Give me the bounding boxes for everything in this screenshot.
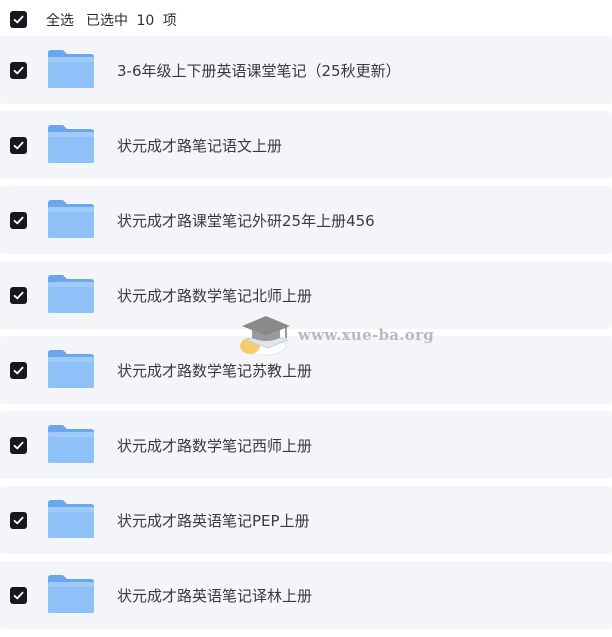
check-icon: [13, 441, 24, 450]
check-icon: [13, 366, 24, 375]
folder-icon: [48, 500, 94, 538]
row-checkbox[interactable]: [10, 587, 27, 604]
folder-row[interactable]: 状元成才路英语笔记PEP上册: [0, 486, 612, 554]
folder-row[interactable]: 状元成才路数学笔记苏教上册: [0, 336, 612, 404]
folder-name[interactable]: 状元成才路英语笔记PEP上册: [117, 486, 310, 554]
folder-row[interactable]: 状元成才路数学笔记北师上册: [0, 261, 612, 329]
check-icon: [13, 516, 24, 525]
selected-count: 已选中 10 项: [86, 13, 177, 29]
folder-name[interactable]: 状元成才路数学笔记北师上册: [117, 261, 312, 329]
folder-row[interactable]: 3-6年级上下册英语课堂笔记（25秋更新）: [0, 36, 612, 104]
check-icon: [13, 66, 24, 75]
folder-row[interactable]: 状元成才路英语笔记译林上册: [0, 561, 612, 629]
select-all-label[interactable]: 全选: [46, 10, 74, 30]
folder-icon: [48, 575, 94, 613]
check-icon: [13, 591, 24, 600]
row-checkbox[interactable]: [10, 512, 27, 529]
folder-name[interactable]: 状元成才路英语笔记译林上册: [117, 561, 312, 629]
row-checkbox[interactable]: [10, 137, 27, 154]
row-checkbox[interactable]: [10, 212, 27, 229]
folder-name[interactable]: 状元成才路数学笔记西师上册: [117, 411, 312, 479]
check-icon: [13, 216, 24, 225]
folder-icon: [48, 350, 94, 388]
select-all-checkbox[interactable]: [10, 11, 27, 28]
folder-row[interactable]: 状元成才路笔记语文上册: [0, 111, 612, 179]
folder-name[interactable]: 状元成才路笔记语文上册: [117, 111, 282, 179]
row-checkbox[interactable]: [10, 437, 27, 454]
row-checkbox[interactable]: [10, 287, 27, 304]
folder-row[interactable]: 状元成才路数学笔记西师上册: [0, 411, 612, 479]
check-icon: [13, 141, 24, 150]
row-checkbox[interactable]: [10, 62, 27, 79]
folder-icon: [48, 125, 94, 163]
folder-icon: [48, 425, 94, 463]
folder-icon: [48, 200, 94, 238]
selection-header: 全选 已选中 10 项: [0, 0, 612, 38]
folder-name[interactable]: 状元成才路数学笔记苏教上册: [117, 336, 312, 404]
folder-list: 3-6年级上下册英语课堂笔记（25秋更新） 状元成才路笔记语文上册 状元成才路课…: [0, 36, 612, 636]
folder-name[interactable]: 状元成才路课堂笔记外研25年上册456: [117, 186, 375, 254]
folder-row[interactable]: 状元成才路课堂笔记外研25年上册456: [0, 186, 612, 254]
row-checkbox[interactable]: [10, 362, 27, 379]
check-icon: [13, 291, 24, 300]
folder-icon: [48, 50, 94, 88]
folder-name[interactable]: 3-6年级上下册英语课堂笔记（25秋更新）: [117, 36, 401, 104]
check-icon: [13, 15, 24, 24]
folder-icon: [48, 275, 94, 313]
